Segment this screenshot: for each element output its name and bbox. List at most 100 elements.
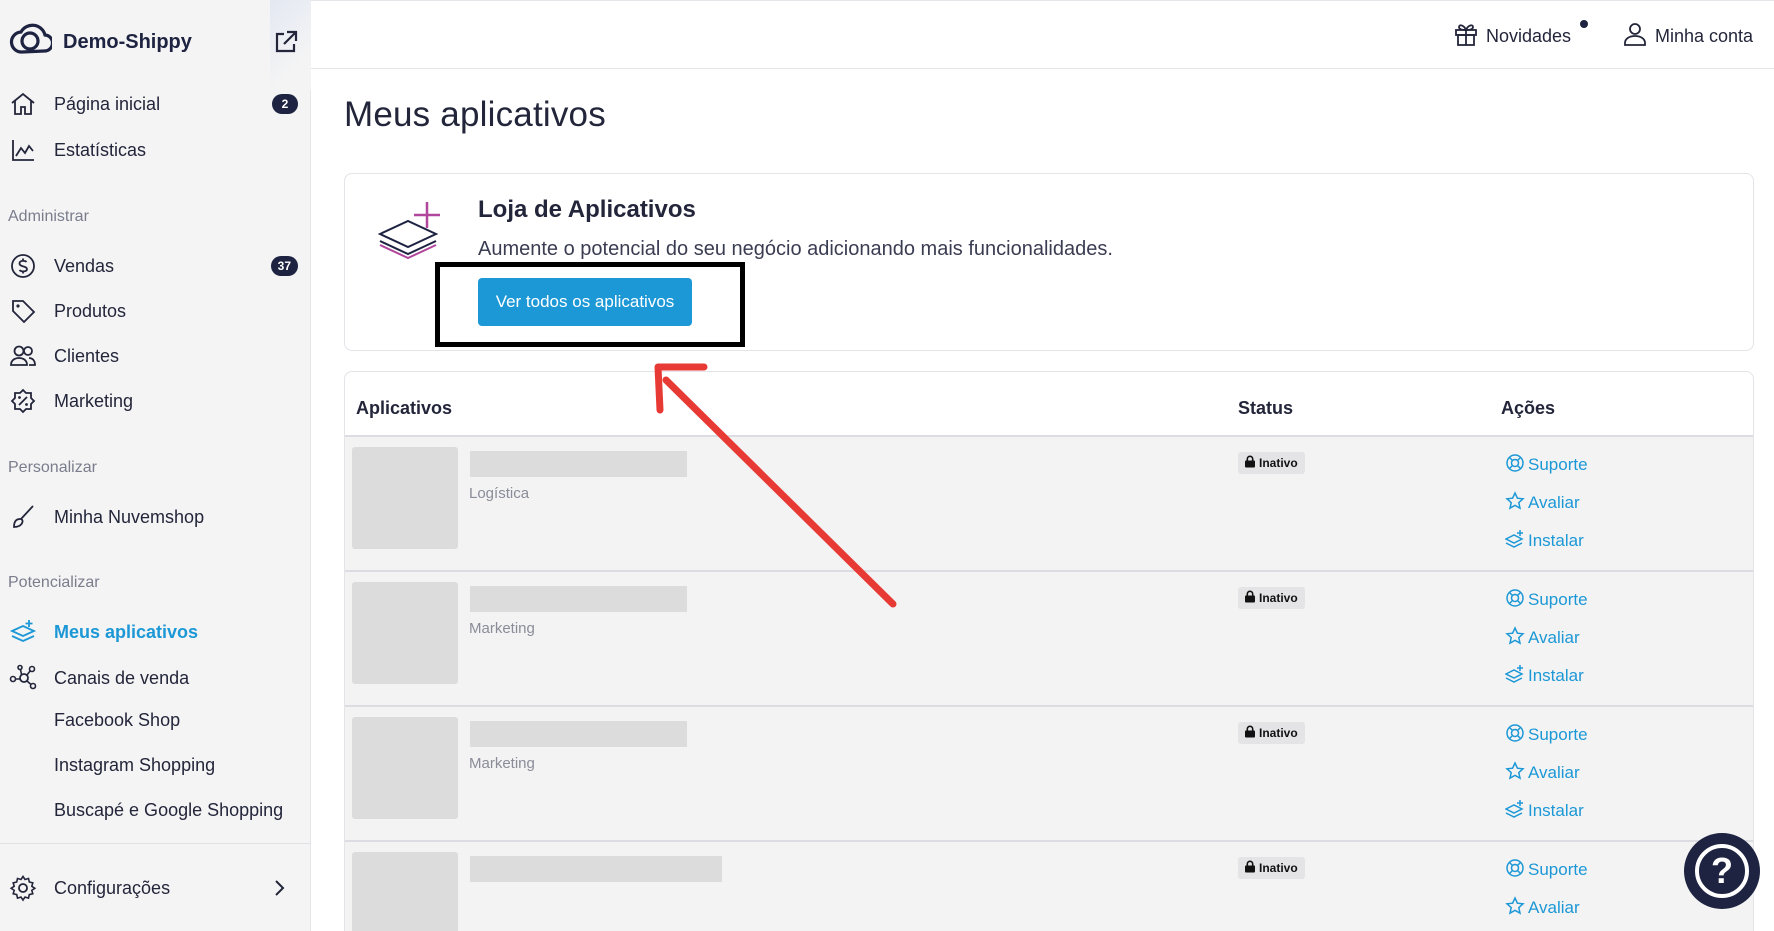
rate-link[interactable]: Avaliar: [1505, 490, 1580, 516]
app-store-title: Loja de Aplicativos: [478, 196, 696, 223]
store-name: Demo-Shippy: [63, 30, 192, 53]
account-label: Minha conta: [1655, 25, 1754, 46]
help-button[interactable]: ?: [1684, 833, 1760, 909]
app-name-placeholder: [470, 586, 687, 612]
sidebar-divider: [0, 843, 311, 844]
apps-icon: [8, 617, 38, 647]
cloud-logo-icon: [8, 22, 55, 63]
lock-icon: [1244, 455, 1259, 471]
support-label: Suporte: [1528, 725, 1588, 744]
users-icon: [8, 341, 38, 371]
gift-icon: [1453, 21, 1486, 52]
app-name-placeholder: [470, 451, 687, 477]
sidebar-subitem-instagram-shopping[interactable]: Instagram Shopping: [54, 755, 215, 776]
status-label: Inativo: [1259, 591, 1298, 605]
lock-icon: [1244, 860, 1259, 876]
gear-icon: [8, 873, 38, 903]
apps-add-icon: [1504, 799, 1528, 824]
lifebuoy-icon: [1505, 453, 1528, 478]
support-link[interactable]: Suporte: [1505, 453, 1588, 477]
user-icon: [1622, 21, 1655, 52]
sidebar-item-marketing[interactable]: Marketing: [0, 381, 311, 421]
sidebar-item-my-apps[interactable]: Meus aplicativos: [0, 612, 311, 652]
lifebuoy-icon: [1505, 588, 1528, 613]
rate-link[interactable]: Avaliar: [1505, 760, 1580, 786]
question-icon: ?: [1695, 844, 1749, 898]
star-icon: [1505, 625, 1528, 651]
sidebar-item-label: Minha Nuvemshop: [54, 506, 205, 527]
lifebuoy-icon: [1505, 858, 1528, 883]
page-title: Meus aplicativos: [344, 95, 606, 134]
install-link[interactable]: Instalar: [1504, 529, 1584, 553]
sidebar-item-sales-channels[interactable]: Canais de venda: [0, 658, 311, 698]
chevron-right-icon: [273, 878, 287, 898]
star-icon: [1505, 760, 1528, 786]
sidebar-item-label: Vendas: [54, 255, 115, 276]
install-label: Instalar: [1528, 666, 1584, 685]
sidebar: Demo-Shippy Página inicial 2 Estatística…: [0, 0, 311, 931]
status-badge: Inativo: [1238, 722, 1305, 744]
apps-add-icon: [1504, 664, 1528, 689]
app-category: Logística: [469, 485, 530, 502]
lock-icon: [1244, 590, 1259, 606]
star-icon: [1505, 490, 1528, 516]
sidebar-subitem-facebook-shop[interactable]: Facebook Shop: [54, 710, 180, 731]
brand[interactable]: Demo-Shippy: [8, 22, 192, 62]
app-name-placeholder: [470, 721, 687, 747]
column-header-apps: Aplicativos: [356, 398, 453, 418]
status-badge: Inativo: [1238, 587, 1305, 609]
status-badge: Inativo: [1238, 452, 1305, 474]
app-store-icon: [375, 198, 445, 268]
install-link[interactable]: Instalar: [1504, 799, 1584, 824]
app-category: Marketing: [469, 620, 535, 637]
support-link[interactable]: Suporte: [1505, 588, 1588, 612]
rate-link[interactable]: Avaliar: [1505, 625, 1580, 651]
install-label: Instalar: [1528, 801, 1584, 820]
table-row: Marketing Inativo Suporte Avaliar Instal…: [345, 572, 1753, 707]
app-category: Marketing: [469, 755, 535, 772]
tag-icon: [8, 296, 38, 326]
sidebar-item-sales[interactable]: Vendas 37: [0, 246, 311, 286]
sidebar-item-customers[interactable]: Clientes: [0, 336, 311, 376]
sidebar-item-settings[interactable]: Configurações: [0, 868, 311, 908]
account-link[interactable]: Minha conta: [1622, 21, 1753, 51]
sidebar-item-stats[interactable]: Estatísticas: [0, 130, 311, 170]
support-link[interactable]: Suporte: [1505, 723, 1588, 747]
column-header-status: Status: [1238, 398, 1294, 418]
news-label: Novidades: [1486, 25, 1572, 46]
top-bar: Novidades Minha conta: [311, 0, 1774, 69]
table-row: Inativo Suporte Avaliar: [345, 842, 1753, 931]
install-link[interactable]: Instalar: [1504, 664, 1584, 689]
sidebar-subitem-buscape-google[interactable]: Buscapé e Google Shopping: [54, 800, 283, 821]
app-thumbnail-placeholder: [352, 582, 458, 684]
sidebar-item-label: Configurações: [54, 877, 171, 898]
table-row: Logística Inativo Suporte Avaliar Instal…: [345, 437, 1753, 572]
rate-label: Avaliar: [1528, 763, 1580, 782]
sidebar-item-label: Produtos: [54, 300, 127, 321]
apps-table: Aplicativos Status Ações Logística Inati…: [344, 371, 1754, 931]
section-heading-potencializar: Potencializar: [8, 574, 100, 591]
discount-icon: [8, 386, 38, 416]
external-link-icon[interactable]: [272, 28, 300, 56]
sidebar-item-label: Clientes: [54, 345, 120, 366]
sidebar-item-products[interactable]: Produtos: [0, 291, 311, 331]
table-row: Marketing Inativo Suporte Avaliar Instal…: [345, 707, 1753, 842]
app-thumbnail-placeholder: [352, 447, 458, 549]
section-heading-administrar: Administrar: [8, 208, 89, 225]
rate-link[interactable]: Avaliar: [1505, 895, 1580, 920]
sidebar-item-my-store[interactable]: Minha Nuvemshop: [0, 497, 311, 537]
support-link[interactable]: Suporte: [1505, 858, 1588, 882]
sidebar-item-home[interactable]: Página inicial 2: [0, 84, 311, 124]
support-label: Suporte: [1528, 455, 1588, 474]
section-heading-personalizar: Personalizar: [8, 459, 97, 476]
app-thumbnail-placeholder: [352, 852, 458, 931]
column-header-actions: Ações: [1501, 398, 1556, 418]
notification-badge: 37: [270, 256, 298, 276]
news-link[interactable]: Novidades: [1453, 21, 1571, 51]
news-notification-dot: [1580, 20, 1588, 28]
annotation-highlight-box: [435, 262, 745, 347]
lock-icon: [1244, 725, 1259, 741]
sidebar-item-label: Canais de venda: [54, 667, 190, 688]
app-name-placeholder: [470, 856, 722, 882]
support-label: Suporte: [1528, 590, 1588, 609]
